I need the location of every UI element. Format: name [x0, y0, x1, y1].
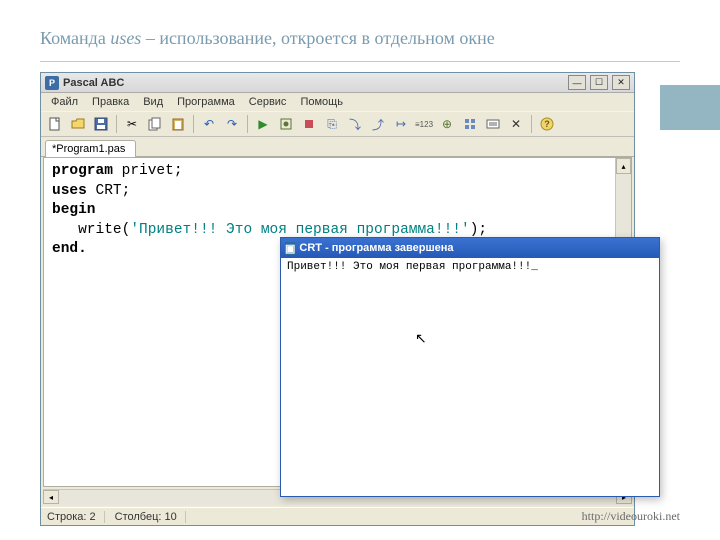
status-col: Столбец: 10 [115, 511, 186, 523]
compile-icon[interactable] [276, 114, 296, 134]
step-icon[interactable]: ⎘ [322, 114, 342, 134]
toolbar: ✂ ↶ ↷ ▶ ⎘ ⤵ ⤴ ↦ ≡123 ⊕ ✕ ? [41, 111, 634, 137]
crt-titlebar[interactable]: ▣ CRT - программа завершена [281, 238, 659, 258]
step-into-icon[interactable]: ⤵ [345, 114, 365, 134]
code-text: CRT; [87, 183, 131, 199]
code-text: write( [52, 222, 130, 238]
crt-output: Привет!!! Это моя первая программа!!!_ [281, 258, 659, 276]
code-kw-program: program [52, 163, 113, 179]
title-uses: uses [110, 28, 141, 48]
menubar: Файл Правка Вид Программа Сервис Помощь [41, 93, 634, 111]
code-kw-uses: uses [52, 183, 87, 199]
statusbar: Строка: 2 Столбец: 10 [41, 507, 634, 525]
run-icon[interactable]: ▶ [253, 114, 273, 134]
toolbar-separator [116, 115, 117, 133]
step-over-icon[interactable]: ⤴ [368, 114, 388, 134]
watermark: http://videouroki.net [582, 509, 680, 524]
code-kw-begin: begin [52, 202, 96, 218]
menu-help[interactable]: Помощь [294, 95, 349, 109]
close-button[interactable]: ✕ [612, 75, 630, 90]
toolbar-separator [531, 115, 532, 133]
minimize-button[interactable]: — [568, 75, 586, 90]
svg-text:?: ? [544, 119, 550, 129]
menu-file[interactable]: Файл [45, 95, 84, 109]
ide-titlebar[interactable]: P Pascal ABC — ☐ ✕ [41, 73, 634, 93]
crt-icon: ▣ [285, 242, 295, 255]
crt-window[interactable]: ▣ CRT - программа завершена Привет!!! Эт… [280, 237, 660, 497]
title-pre: Команда [40, 28, 110, 48]
undo-icon[interactable]: ↶ [199, 114, 219, 134]
watch-icon[interactable]: ⊕ [437, 114, 457, 134]
clear-icon[interactable]: ✕ [506, 114, 526, 134]
copy-icon[interactable] [145, 114, 165, 134]
tabbar: *Program1.pas [41, 137, 634, 157]
editor-tab[interactable]: *Program1.pas [45, 140, 136, 157]
title-post: – использование, откроется в отдельном о… [141, 28, 494, 48]
decorative-stripe [660, 85, 720, 130]
toolbar-separator [247, 115, 248, 133]
crt-title-text: CRT - программа завершена [299, 242, 453, 254]
new-file-icon[interactable] [45, 114, 65, 134]
code-kw-end: end. [52, 241, 87, 257]
scroll-left-icon[interactable]: ◂ [43, 490, 59, 504]
menu-program[interactable]: Программа [171, 95, 241, 109]
stop-icon[interactable] [299, 114, 319, 134]
pascal-icon: P [45, 76, 59, 90]
ide-title-text: Pascal ABC [63, 77, 564, 89]
modules-icon[interactable] [460, 114, 480, 134]
cut-icon[interactable]: ✂ [122, 114, 142, 134]
save-icon[interactable] [91, 114, 111, 134]
menu-view[interactable]: Вид [137, 95, 169, 109]
help-icon[interactable]: ? [537, 114, 557, 134]
code-text: ); [470, 222, 487, 238]
slide-title: Команда uses – использование, откроется … [0, 0, 720, 61]
menu-service[interactable]: Сервис [243, 95, 293, 109]
status-row: Строка: 2 [47, 511, 105, 523]
output-icon[interactable] [483, 114, 503, 134]
scroll-up-icon[interactable]: ▴ [616, 158, 631, 174]
redo-icon[interactable]: ↷ [222, 114, 242, 134]
open-icon[interactable] [68, 114, 88, 134]
code-string: 'Привет!!! Это моя первая программа!!!' [130, 222, 469, 238]
title-underline [40, 61, 680, 62]
paste-icon[interactable] [168, 114, 188, 134]
menu-edit[interactable]: Правка [86, 95, 135, 109]
bookmark-icon[interactable]: ≡123 [414, 114, 434, 134]
maximize-button[interactable]: ☐ [590, 75, 608, 90]
toolbar-separator [193, 115, 194, 133]
code-text: privet; [113, 163, 183, 179]
trace-icon[interactable]: ↦ [391, 114, 411, 134]
